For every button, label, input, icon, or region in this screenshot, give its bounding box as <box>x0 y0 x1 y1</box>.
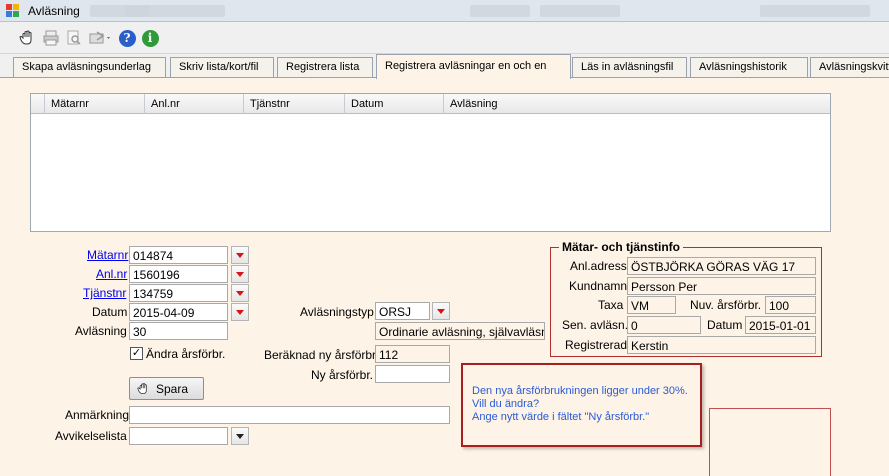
info-datum-label: Datum <box>707 318 743 332</box>
avlasningstyp-description: Ordinarie avläsning, självavläsning <box>375 322 545 340</box>
tjanstnr-field[interactable]: 134759 <box>129 284 228 302</box>
avlasningstyp-label: Avläsningstyp <box>300 305 374 319</box>
beraknad-ny-label: Beräknad ny årsförbr. <box>264 348 379 362</box>
title-bar: Avläsning <box>0 0 889 22</box>
column-anlnr[interactable]: Anl.nr <box>144 94 244 114</box>
registrerad-label: Registrerad <box>565 338 628 352</box>
sen-avlasn-label: Sen. avläsn. <box>562 318 629 332</box>
anlnr-link[interactable]: Anl.nr <box>96 267 127 281</box>
avlasningstyp-field[interactable]: ORSJ <box>375 302 430 320</box>
registrerad-value: Kerstin <box>627 336 816 354</box>
tab-strip: Skapa avläsningsunderlag Skriv lista/kor… <box>0 54 889 79</box>
column-avlasning[interactable]: Avläsning <box>443 94 831 114</box>
readings-grid[interactable]: Mätarnr Anl.nr Tjänstnr Datum Avläsning <box>30 93 831 232</box>
warning-line: Den nya årsförbrukningen ligger under 30… <box>472 385 688 397</box>
anlnr-field[interactable]: 1560196 <box>129 265 228 283</box>
matarnr-link[interactable]: Mätarnr <box>87 248 128 262</box>
ny-arsforbr-label: Ny årsförbr. <box>311 368 374 382</box>
anmarkning-field[interactable] <box>129 406 450 424</box>
tab-skriv-lista[interactable]: Skriv lista/kort/fil <box>170 57 274 78</box>
avlasning-field[interactable]: 30 <box>129 322 228 340</box>
nuv-arsforbr-value: 100 <box>765 296 816 314</box>
warning-line: Vill du ändra? <box>472 398 540 410</box>
tab-avlasningskvitt[interactable]: Avläsningskvitt <box>810 57 889 78</box>
chevron-down-icon <box>236 433 244 439</box>
toolbar: ? i <box>0 22 889 54</box>
print-icon[interactable] <box>41 28 61 48</box>
beraknad-ny-field: 112 <box>375 345 450 363</box>
avvikelselista-label: Avvikelselista <box>55 429 127 443</box>
anladress-label: Anl.adress <box>570 259 627 273</box>
matarnr-dropdown-button[interactable] <box>231 246 249 264</box>
grid-header: Mätarnr Anl.nr Tjänstnr Datum Avläsning <box>31 94 830 114</box>
avvikelselista-dropdown-button[interactable] <box>231 427 249 445</box>
datum-label: Datum <box>92 305 128 319</box>
kundnamn-label: Kundnamn <box>569 279 628 293</box>
group-legend: Mätar- och tjänstinfo <box>559 240 684 254</box>
andra-arsforbr-checkbox[interactable]: ✓ <box>130 347 143 360</box>
chevron-down-icon <box>236 271 244 277</box>
export-icon[interactable] <box>88 28 114 48</box>
hand-icon[interactable] <box>18 28 38 48</box>
datum-dropdown-button[interactable] <box>231 303 249 321</box>
tab-registrera-lista[interactable]: Registrera lista <box>277 57 373 78</box>
anmarkning-label: Anmärkning <box>65 408 130 422</box>
column-tjanstnr[interactable]: Tjänstnr <box>243 94 345 114</box>
taxa-label: Taxa <box>598 298 624 312</box>
tab-las-in-avlasningsfil[interactable]: Läs in avläsningsfil <box>572 57 687 78</box>
anladress-value: ÖSTBJÖRKA GÖRAS VÄG 17 <box>627 257 816 275</box>
chevron-down-icon <box>236 252 244 258</box>
chevron-down-icon <box>236 290 244 296</box>
taxa-value: VM <box>627 296 676 314</box>
matarnr-field[interactable]: 014874 <box>129 246 228 264</box>
kundnamn-value: Persson Per <box>627 277 816 295</box>
tjanstnr-link[interactable]: Tjänstnr <box>83 286 126 300</box>
avvikelselista-field[interactable] <box>129 427 228 445</box>
info-icon[interactable]: i <box>140 28 160 48</box>
app-icon <box>6 4 20 18</box>
preview-icon[interactable] <box>64 28 84 48</box>
chevron-down-icon <box>236 309 244 315</box>
tjanstnr-dropdown-button[interactable] <box>231 284 249 302</box>
sen-avlasn-value: 0 <box>627 316 701 334</box>
ny-arsforbr-field[interactable] <box>375 365 450 383</box>
avlasning-label: Avläsning <box>75 324 127 338</box>
datum-field[interactable]: 2015-04-09 <box>129 303 228 321</box>
anlnr-dropdown-button[interactable] <box>231 265 249 283</box>
hand-icon <box>137 382 147 394</box>
andra-arsforbr-label: Ändra årsförbr. <box>146 347 226 361</box>
warning-line: Ange nytt värde i fältet "Ny årsförbr." <box>472 411 650 423</box>
window-title: Avläsning <box>28 4 80 18</box>
save-button-label: Spara <box>156 381 189 396</box>
tab-skapa-avlasningsunderlag[interactable]: Skapa avläsningsunderlag <box>13 57 166 78</box>
column-matarnr[interactable]: Mätarnr <box>44 94 144 114</box>
nuv-arsforbr-label: Nuv. årsförbr. <box>690 298 762 312</box>
tab-registrera-en-och-en[interactable]: Registrera avläsningar en och en <box>376 54 571 79</box>
tab-avlasningshistorik[interactable]: Avläsningshistorik <box>690 57 808 78</box>
avlasningstyp-dropdown-button[interactable] <box>432 302 450 320</box>
column-datum[interactable]: Datum <box>344 94 444 114</box>
empty-panel <box>709 408 831 476</box>
info-datum-value: 2015-01-01 <box>745 316 816 334</box>
save-button[interactable]: Spara <box>129 377 204 400</box>
help-icon[interactable]: ? <box>117 28 137 48</box>
warning-popup: Den nya årsförbrukningen ligger under 30… <box>461 363 702 447</box>
chevron-down-icon <box>437 308 445 314</box>
